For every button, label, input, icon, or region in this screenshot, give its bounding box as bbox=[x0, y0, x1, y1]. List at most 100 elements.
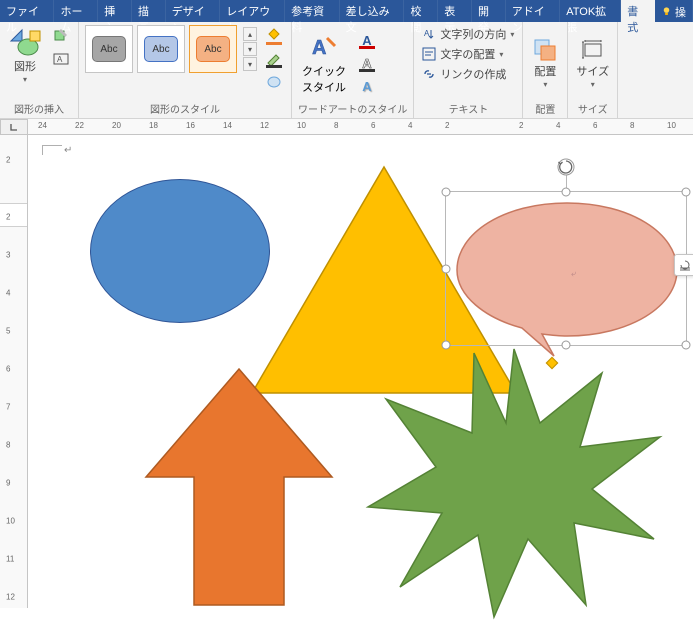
rotation-handle[interactable] bbox=[557, 158, 575, 179]
create-link-label: リンクの作成 bbox=[440, 66, 506, 82]
tab-format[interactable]: 書式 bbox=[621, 0, 655, 22]
create-link-button[interactable]: リンクの作成 bbox=[420, 65, 516, 83]
shapes-button-label: 図形 bbox=[14, 61, 36, 73]
document-area[interactable]: ↵ ⤶ bbox=[28, 135, 693, 608]
tab-atok[interactable]: ATOK拡張 bbox=[560, 0, 621, 22]
group-label-insert-shapes: 図形の挿入 bbox=[6, 101, 72, 118]
tab-references[interactable]: 参考資料 bbox=[285, 0, 339, 22]
horizontal-ruler[interactable]: 24222018161412108642246810 bbox=[28, 119, 693, 135]
vruler-margin-indicator bbox=[0, 203, 27, 227]
hruler-tick: 20 bbox=[112, 121, 121, 130]
resize-handle-se[interactable] bbox=[682, 341, 691, 350]
group-arrange: 配置▾ 配置 bbox=[523, 22, 568, 118]
shape-speech-bubble[interactable] bbox=[452, 198, 682, 358]
vruler-tick: 11 bbox=[6, 555, 14, 564]
group-label-arrange: 配置 bbox=[529, 101, 561, 118]
hruler-tick: 2 bbox=[445, 121, 449, 130]
vruler-tick: 6 bbox=[6, 365, 10, 374]
ribbon: 図形 ▾ A 図形の挿入 Abc Abc Abc ▴ ▾ ▾ bbox=[0, 22, 693, 119]
dropdown-icon: ▾ bbox=[23, 75, 27, 84]
tab-developer[interactable]: 開発 bbox=[472, 0, 506, 22]
tab-mailings[interactable]: 差し込み文 bbox=[340, 0, 405, 22]
group-shape-styles: Abc Abc Abc ▴ ▾ ▾ 図形のスタイル bbox=[79, 22, 292, 118]
hruler-tick: 10 bbox=[297, 121, 306, 130]
shape-outline-button[interactable] bbox=[263, 48, 285, 70]
text-fill-indicator bbox=[359, 46, 375, 49]
tab-view[interactable]: 表示 bbox=[438, 0, 472, 22]
shape-up-arrow[interactable] bbox=[144, 367, 334, 607]
resize-handle-ne[interactable] bbox=[682, 188, 691, 197]
shape-ellipse[interactable] bbox=[90, 179, 270, 323]
text-box-button[interactable]: A bbox=[50, 48, 72, 70]
vruler-tick: 9 bbox=[6, 479, 10, 488]
text-outline-button[interactable]: A bbox=[356, 52, 378, 74]
layout-options-icon bbox=[678, 258, 692, 272]
tab-addins[interactable]: アドイン bbox=[506, 0, 560, 22]
shapes-button[interactable]: 図形 ▾ bbox=[6, 25, 44, 87]
lightbulb-icon bbox=[661, 6, 672, 17]
hruler-tick: 22 bbox=[75, 121, 84, 130]
style-preset-1[interactable]: Abc bbox=[85, 25, 133, 73]
hruler-tick: 16 bbox=[186, 121, 195, 130]
hruler-tick: 2 bbox=[519, 121, 523, 130]
arrange-label: 配置 bbox=[534, 66, 556, 78]
group-insert-shapes: 図形 ▾ A 図形の挿入 bbox=[0, 22, 79, 118]
style-preset-2[interactable]: Abc bbox=[137, 25, 185, 73]
align-text-icon bbox=[422, 47, 436, 61]
arrange-button[interactable]: 配置▾ bbox=[529, 34, 561, 92]
tell-me[interactable]: 操 bbox=[655, 0, 693, 22]
edit-shape-button[interactable] bbox=[50, 25, 72, 47]
gallery-more[interactable]: ▾ bbox=[243, 57, 257, 71]
vruler-tick: 2 bbox=[6, 213, 10, 222]
size-icon bbox=[579, 36, 607, 64]
text-align-button[interactable]: 文字の配置▾ bbox=[420, 45, 516, 63]
group-label-size: サイズ bbox=[574, 101, 611, 118]
hruler-tick: 8 bbox=[334, 121, 338, 130]
tab-selector[interactable] bbox=[0, 119, 28, 135]
shape-fill-button[interactable] bbox=[263, 25, 285, 47]
hruler-tick: 24 bbox=[38, 121, 47, 130]
shape-effects-button[interactable] bbox=[263, 71, 285, 93]
selection-box[interactable]: ⤶ bbox=[445, 191, 687, 346]
text-fill-button[interactable]: A bbox=[356, 29, 378, 51]
hruler-tick: 4 bbox=[408, 121, 412, 130]
tab-insert[interactable]: 挿入 bbox=[98, 0, 132, 22]
tell-me-label: 操 bbox=[675, 4, 686, 20]
resize-handle-n[interactable] bbox=[562, 188, 571, 197]
tab-file[interactable]: ファイル bbox=[0, 0, 54, 22]
tab-home[interactable]: ホーム bbox=[54, 0, 98, 22]
group-label-text: テキスト bbox=[420, 101, 516, 118]
group-size: サイズ▾ サイズ bbox=[568, 22, 618, 118]
tab-design[interactable]: デザイン bbox=[166, 0, 220, 22]
quick-styles-label: クイック スタイル bbox=[302, 63, 346, 95]
size-button[interactable]: サイズ▾ bbox=[574, 34, 611, 92]
text-direction-icon: A bbox=[422, 27, 436, 41]
gallery-row-down[interactable]: ▾ bbox=[243, 42, 257, 56]
vruler-tick: 12 bbox=[6, 593, 15, 602]
text-effects-button[interactable]: A bbox=[356, 75, 378, 97]
vruler-tick: 7 bbox=[6, 403, 10, 412]
vruler-tick: 2 bbox=[6, 156, 10, 165]
group-text: A 文字列の方向▾ 文字の配置▾ リンクの作成 テキスト bbox=[414, 22, 523, 118]
tab-layout[interactable]: レイアウト bbox=[220, 0, 285, 22]
shapes-icon bbox=[8, 27, 42, 59]
text-align-label: 文字の配置 bbox=[440, 46, 495, 62]
group-label-wordart: ワードアートのスタイル bbox=[298, 101, 407, 118]
layout-options-button[interactable] bbox=[674, 254, 693, 276]
shape-explosion[interactable] bbox=[364, 341, 664, 621]
resize-handle-nw[interactable] bbox=[442, 188, 451, 197]
gallery-row-up[interactable]: ▴ bbox=[243, 27, 257, 41]
tab-review[interactable]: 校閲 bbox=[404, 0, 438, 22]
resize-handle-w[interactable] bbox=[442, 264, 451, 273]
tab-draw[interactable]: 描画 bbox=[132, 0, 166, 22]
quick-styles-button[interactable]: A クイック スタイル bbox=[298, 30, 350, 97]
vruler-tick: 5 bbox=[6, 327, 10, 336]
text-direction-button[interactable]: A 文字列の方向▾ bbox=[420, 25, 516, 43]
hruler-tick: 8 bbox=[630, 121, 634, 130]
hruler-tick: 10 bbox=[667, 121, 676, 130]
style-preset-3[interactable]: Abc bbox=[189, 25, 237, 73]
cursor-in-shape: ⤶ bbox=[571, 268, 579, 276]
hruler-tick: 6 bbox=[593, 121, 597, 130]
vertical-ruler[interactable]: 223456789101112 bbox=[0, 135, 28, 608]
resize-handle-sw[interactable] bbox=[442, 341, 451, 350]
